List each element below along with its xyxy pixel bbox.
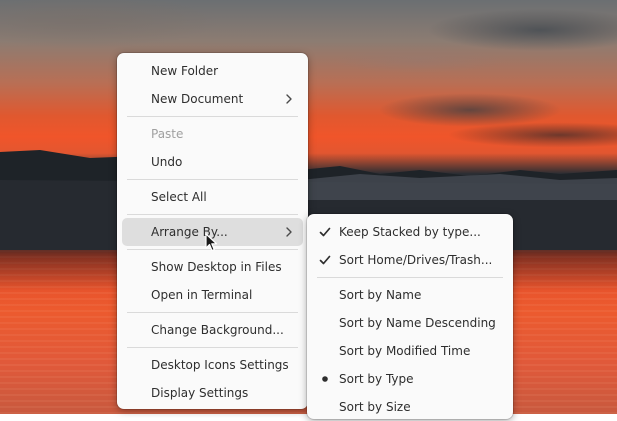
menu-item-label: Paste: [151, 127, 184, 141]
menu-item-show-desktop-in-files[interactable]: Show Desktop in Files: [122, 253, 303, 281]
menu-item-label: New Folder: [151, 64, 219, 78]
submenu-item-sort-by-modified-time[interactable]: Sort by Modified Time: [312, 337, 508, 365]
menu-item-undo[interactable]: Undo: [122, 148, 303, 176]
mouse-pointer-icon: [205, 233, 218, 252]
menu-item-display-settings[interactable]: Display Settings: [122, 379, 303, 407]
menu-item-label: Undo: [151, 155, 183, 169]
submenu-item-sort-by-name-descending[interactable]: Sort by Name Descending: [312, 309, 508, 337]
submenu-item-sort-by-name[interactable]: Sort by Name: [312, 281, 508, 309]
menu-item-label: Show Desktop in Files: [151, 260, 282, 274]
menu-item-open-in-terminal[interactable]: Open in Terminal: [122, 281, 303, 309]
wallpaper-clouds: [0, 0, 617, 150]
submenu-item-label: Keep Stacked by type...: [339, 225, 481, 239]
menu-item-label: Select All: [151, 190, 207, 204]
chevron-right-icon: [286, 227, 292, 237]
menu-item-label: Desktop Icons Settings: [151, 358, 289, 372]
menu-item-select-all[interactable]: Select All: [122, 183, 303, 211]
submenu-item-sort-home-drives-trash[interactable]: Sort Home/Drives/Trash...: [312, 246, 508, 274]
checkmark-icon: [319, 227, 331, 237]
radio-dot-icon: [322, 376, 328, 382]
menu-item-label: Change Background...: [151, 323, 284, 337]
menu-item-label: Display Settings: [151, 386, 249, 400]
submenu-item-sort-by-type[interactable]: Sort by Type: [312, 365, 508, 393]
menu-item-paste: Paste: [122, 120, 303, 148]
menu-item-label: New Document: [151, 92, 244, 106]
menu-item-new-document[interactable]: New Document: [122, 85, 303, 113]
menu-separator: [127, 116, 298, 117]
submenu-item-label: Sort by Size: [339, 400, 411, 414]
submenu-item-label: Sort by Modified Time: [339, 344, 471, 358]
submenu-item-sort-by-size[interactable]: Sort by Size: [312, 393, 508, 421]
menu-separator: [317, 277, 503, 278]
arrange-by-submenu: Keep Stacked by type... Sort Home/Drives…: [307, 214, 513, 419]
submenu-item-label: Sort by Name Descending: [339, 316, 496, 330]
submenu-item-label: Sort Home/Drives/Trash...: [339, 253, 493, 267]
submenu-item-keep-stacked-by-type[interactable]: Keep Stacked by type...: [312, 218, 508, 246]
menu-item-change-background[interactable]: Change Background...: [122, 316, 303, 344]
submenu-item-label: Sort by Name: [339, 288, 422, 302]
chevron-right-icon: [286, 94, 292, 104]
menu-item-label: Open in Terminal: [151, 288, 253, 302]
desktop-context-menu: New Folder New Document Paste Undo Selec…: [117, 53, 308, 409]
menu-separator: [127, 214, 298, 215]
menu-item-desktop-icons-settings[interactable]: Desktop Icons Settings: [122, 351, 303, 379]
submenu-item-label: Sort by Type: [339, 372, 414, 386]
checkmark-icon: [319, 255, 331, 265]
menu-separator: [127, 179, 298, 180]
menu-separator: [127, 312, 298, 313]
menu-item-new-folder[interactable]: New Folder: [122, 57, 303, 85]
menu-separator: [127, 347, 298, 348]
